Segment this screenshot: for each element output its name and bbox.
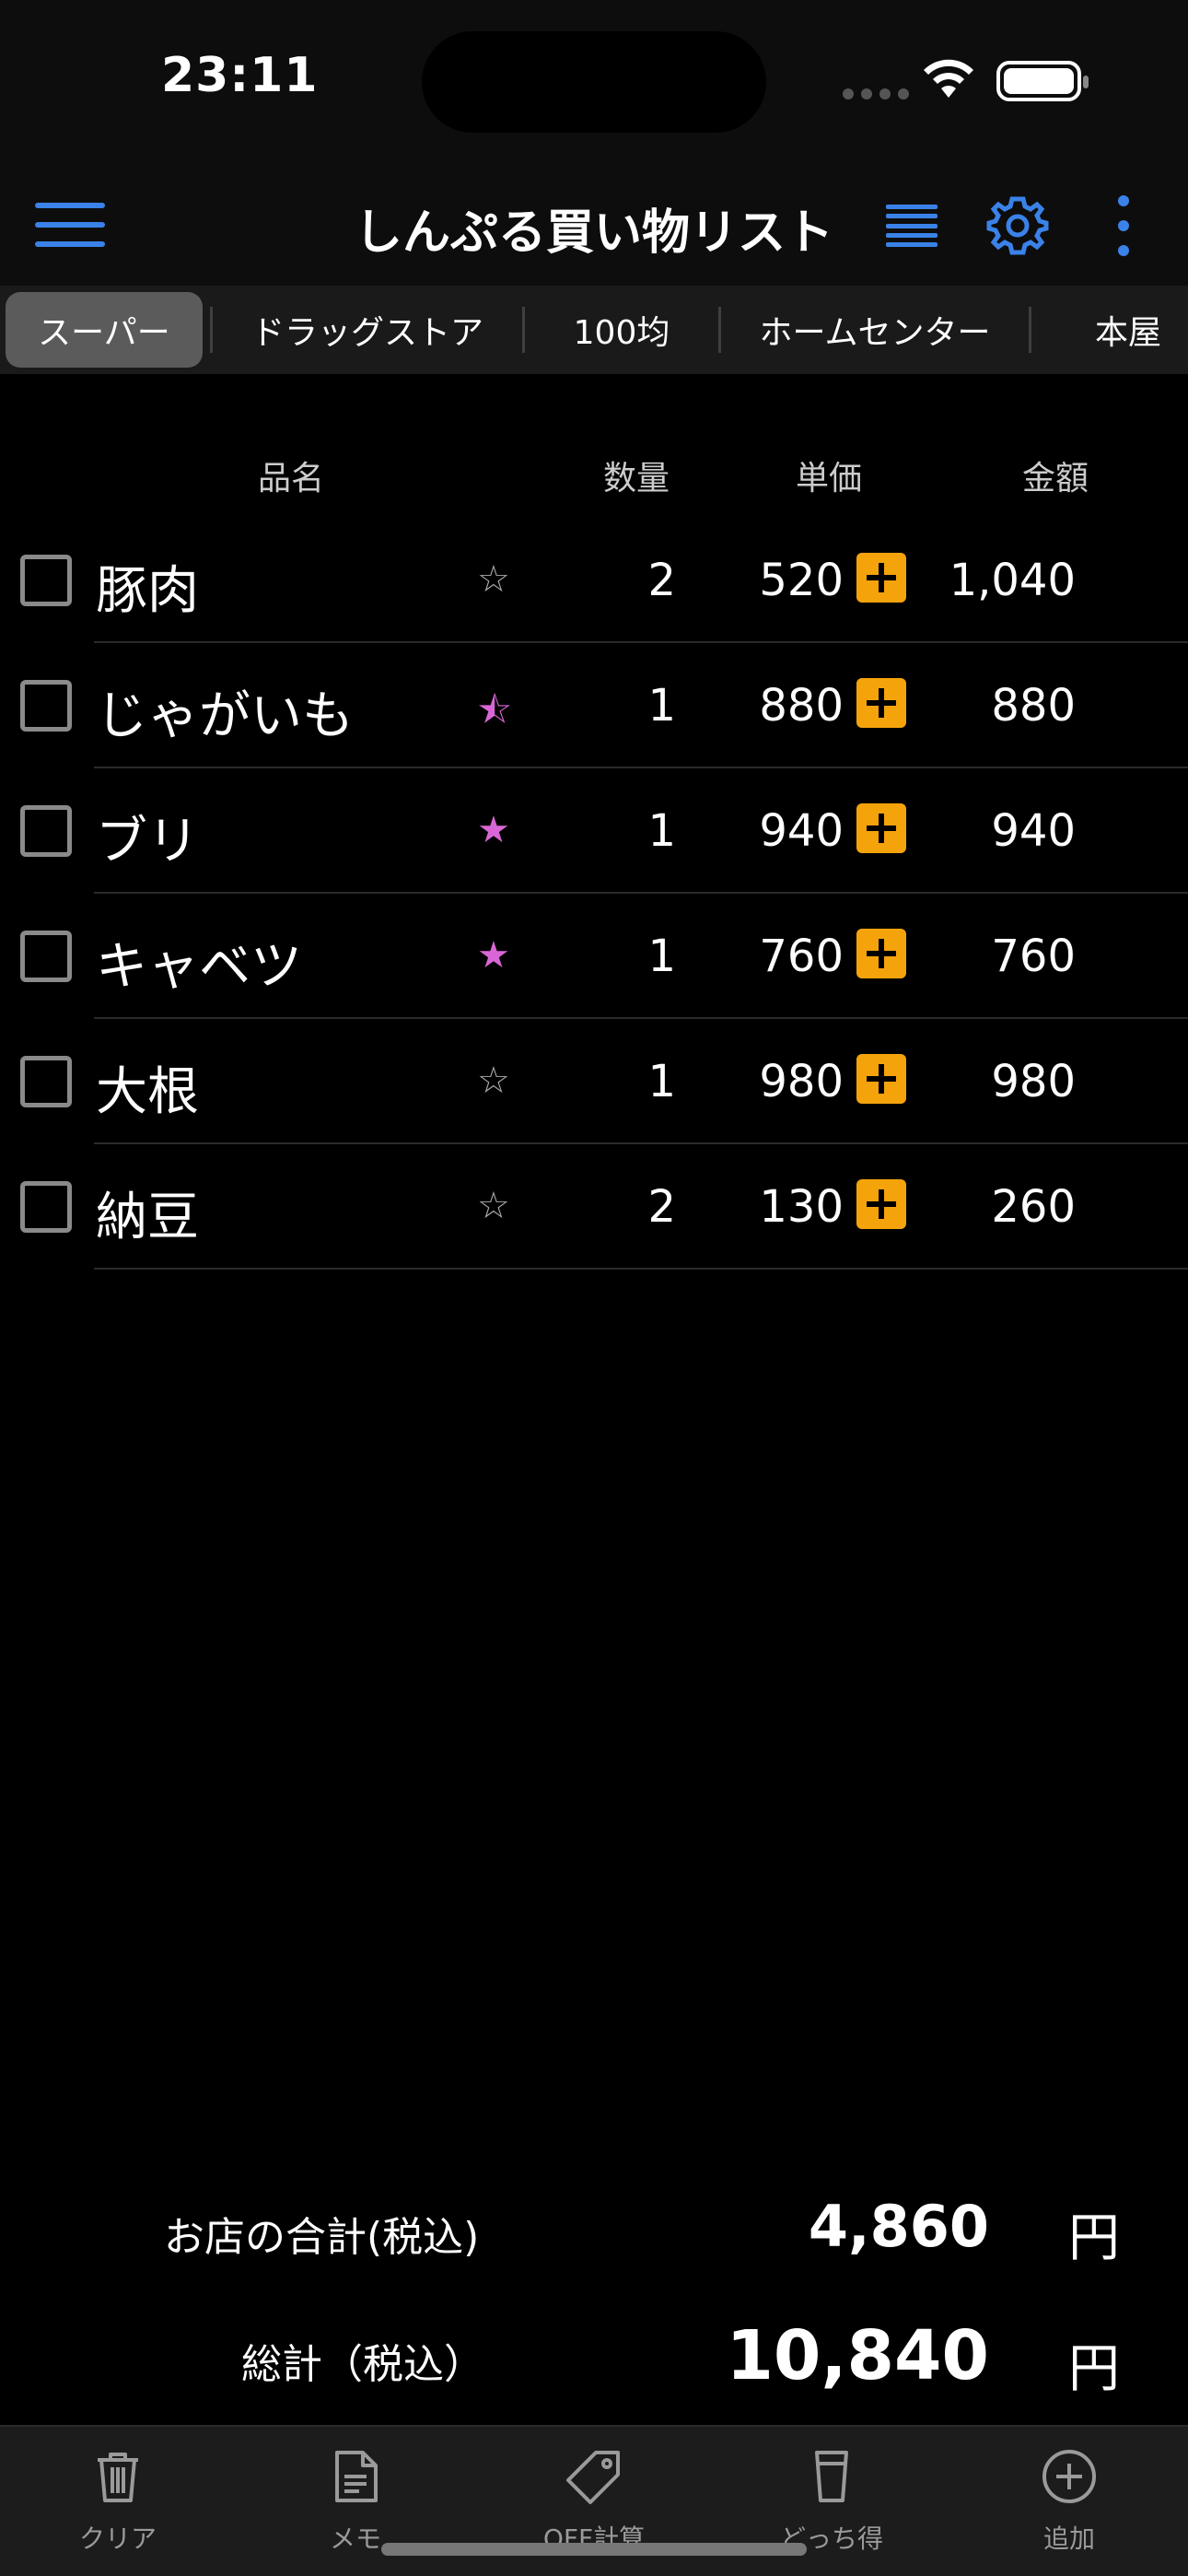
favorite-star-icon[interactable]: ★ xyxy=(477,934,510,977)
favorite-star-icon[interactable]: ☆ xyxy=(477,1060,510,1102)
column-header-price: 単価 xyxy=(796,460,863,498)
item-unit-price[interactable]: 760 xyxy=(728,931,844,982)
app-title: しんぷる買い物リスト xyxy=(354,205,833,261)
list-view-icon[interactable] xyxy=(886,205,938,247)
add-button-label: 追加 xyxy=(1042,2523,1095,2554)
item-checkbox[interactable] xyxy=(20,1056,72,1107)
item-name[interactable]: じゃがいも xyxy=(96,674,354,749)
price-plus-icon[interactable] xyxy=(856,1054,906,1104)
item-name[interactable]: ブリ xyxy=(96,800,199,874)
trash-icon xyxy=(98,2453,138,2502)
item-name[interactable]: 納豆 xyxy=(96,1176,199,1250)
memo-button[interactable]: メモ xyxy=(263,2447,448,2556)
item-amount: 260 xyxy=(991,1181,1076,1233)
table-row[interactable]: じゃがいも ⯪ 1 880 880 xyxy=(0,643,1188,768)
item-amount: 940 xyxy=(991,805,1076,857)
status-time: 23:11 xyxy=(161,48,319,103)
item-quantity[interactable]: 1 xyxy=(589,680,676,732)
tab-100yen[interactable]: 100均 xyxy=(525,292,718,368)
item-checkbox[interactable] xyxy=(20,555,72,606)
store-total-value: 4,860 xyxy=(808,2193,989,2260)
plus-circle-icon xyxy=(1042,2450,1096,2503)
tag-icon xyxy=(566,2451,620,2504)
column-header-qty: 数量 xyxy=(603,460,670,498)
item-quantity[interactable]: 1 xyxy=(589,1056,676,1107)
add-button[interactable]: 追加 xyxy=(977,2447,1161,2556)
item-amount: 760 xyxy=(991,931,1076,982)
column-header-amount: 金額 xyxy=(1022,460,1089,498)
tab-drugstore[interactable]: ドラッグストア xyxy=(213,292,522,368)
tab-bookstore[interactable]: 本屋 xyxy=(1031,292,1188,368)
price-plus-icon[interactable] xyxy=(856,1179,906,1229)
memo-icon xyxy=(335,2451,378,2502)
battery-icon xyxy=(996,61,1089,101)
item-name[interactable]: 豚肉 xyxy=(96,549,199,624)
store-total-currency: 円 xyxy=(1068,2208,1120,2268)
table-row[interactable]: 豚肉 ☆ 2 520 1,040 xyxy=(0,518,1188,643)
app-header: しんぷる買い物リスト xyxy=(0,166,1188,286)
item-unit-price[interactable]: 520 xyxy=(728,555,844,606)
item-name[interactable]: キャベツ xyxy=(96,925,302,1000)
item-unit-price[interactable]: 940 xyxy=(728,805,844,857)
clear-button[interactable]: クリア xyxy=(26,2447,210,2556)
tab-homecenter[interactable]: ホームセンター xyxy=(721,292,1029,368)
item-name[interactable]: 大根 xyxy=(96,1050,199,1125)
table-row[interactable]: ブリ ★ 1 940 940 xyxy=(0,768,1188,894)
item-checkbox[interactable] xyxy=(20,931,72,982)
item-quantity[interactable]: 1 xyxy=(589,931,676,982)
compare-button[interactable]: どっち得 xyxy=(740,2447,924,2556)
favorite-star-icon[interactable]: ★ xyxy=(477,809,510,851)
store-total-label: お店の合計(税込) xyxy=(164,2214,480,2261)
item-unit-price[interactable]: 980 xyxy=(728,1056,844,1107)
table-row[interactable]: 納豆 ☆ 2 130 260 xyxy=(0,1144,1188,1270)
status-bar: 23:11 xyxy=(0,0,1188,166)
signal-icon xyxy=(843,88,909,100)
item-amount: 980 xyxy=(991,1056,1076,1107)
item-checkbox[interactable] xyxy=(20,680,72,732)
dynamic-island xyxy=(422,31,766,133)
favorite-star-icon[interactable]: ☆ xyxy=(477,558,510,601)
item-unit-price[interactable]: 130 xyxy=(728,1181,844,1233)
column-header-name: 品名 xyxy=(258,460,325,498)
item-checkbox[interactable] xyxy=(20,1181,72,1233)
grand-total-currency: 円 xyxy=(1068,2339,1120,2399)
off-calc-button[interactable]: OFF計算 xyxy=(502,2447,686,2556)
price-plus-icon[interactable] xyxy=(856,803,906,853)
item-amount: 880 xyxy=(991,680,1076,732)
item-quantity[interactable]: 1 xyxy=(589,805,676,857)
item-amount: 1,040 xyxy=(949,555,1076,606)
row-divider xyxy=(94,1268,1188,1270)
price-plus-icon[interactable] xyxy=(856,553,906,603)
grand-total-value: 10,840 xyxy=(726,2316,989,2395)
glass-icon xyxy=(815,2451,848,2502)
grand-total-label: 総計（税込） xyxy=(241,2341,484,2388)
more-vertical-icon[interactable] xyxy=(1114,195,1133,256)
price-plus-icon[interactable] xyxy=(856,678,906,728)
table-row[interactable]: 大根 ☆ 1 980 980 xyxy=(0,1019,1188,1144)
clear-button-label: クリア xyxy=(78,2523,157,2554)
gear-icon[interactable] xyxy=(985,193,1050,258)
store-tabs: スーパー ドラッグストア 100均 ホームセンター 本屋 xyxy=(0,286,1188,374)
favorite-star-icon[interactable]: ⯪ xyxy=(477,684,512,746)
table-row[interactable]: キャベツ ★ 1 760 760 xyxy=(0,894,1188,1019)
home-indicator xyxy=(381,2543,807,2556)
favorite-star-icon[interactable]: ☆ xyxy=(477,1185,510,1227)
tab-super[interactable]: スーパー xyxy=(6,292,203,368)
price-plus-icon[interactable] xyxy=(856,929,906,978)
item-unit-price[interactable]: 880 xyxy=(728,680,844,732)
wifi-icon xyxy=(924,59,973,98)
item-quantity[interactable]: 2 xyxy=(589,555,676,606)
item-checkbox[interactable] xyxy=(20,805,72,857)
hamburger-menu-icon[interactable] xyxy=(35,203,105,247)
item-quantity[interactable]: 2 xyxy=(589,1181,676,1233)
